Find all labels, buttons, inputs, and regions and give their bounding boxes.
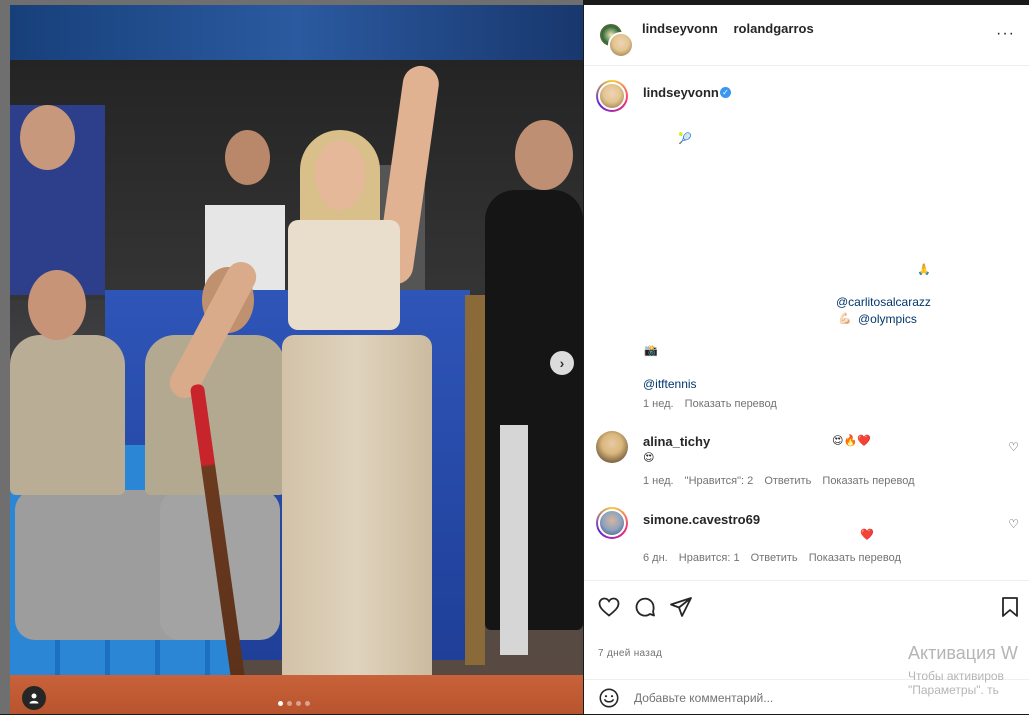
mention-link[interactable]: @olympics (858, 312, 917, 326)
man-clapping-head (515, 120, 573, 190)
translate-link[interactable]: Показать перевод (685, 398, 777, 410)
username-link[interactable]: lindseyvonn (642, 21, 718, 36)
flex-emoji: 💪🏻 (838, 313, 852, 325)
seated-man-head (28, 270, 86, 340)
reply-button[interactable]: Ответить (751, 552, 798, 564)
comment-username[interactable]: alina_tichy (643, 434, 710, 449)
seated-man (10, 335, 125, 495)
post-actions (584, 580, 1029, 631)
person-icon (29, 693, 39, 704)
watermark-subtitle: Чтобы активиров "Параметры". ть (908, 669, 1004, 697)
tagged-people-button[interactable] (22, 686, 46, 710)
post-photo[interactable] (10, 5, 583, 714)
like-comment-heart-icon[interactable]: ♡ (1008, 517, 1019, 531)
tennis-emoji: 🎾 (678, 133, 692, 145)
caption-meta: 1 нед. Показать перевод (643, 398, 777, 410)
woman-top (288, 220, 400, 330)
comment-time: 6 дн. (643, 552, 668, 564)
comment-username[interactable]: simone.cavestro69 (643, 512, 760, 527)
activation-watermark: Активация W Чтобы активиров "Параметры".… (908, 643, 1018, 697)
carousel-dot (305, 701, 310, 706)
carousel-dot (287, 701, 292, 706)
post-details-panel: lindseyvonn rolandgarros ··· lindseyvonn… (584, 5, 1029, 714)
comment-meta: 6 дн. Нравится: 1 Ответить Показать пере… (643, 552, 901, 564)
avatar[interactable] (596, 80, 628, 112)
share-icon[interactable] (669, 595, 693, 619)
caption-username[interactable]: lindseyvonn (643, 85, 719, 100)
more-options-button[interactable]: ··· (996, 25, 1015, 43)
stadium-banner (10, 5, 583, 60)
heart-icon[interactable] (597, 595, 621, 619)
mention-link[interactable]: @carlitosalcarazz (836, 295, 931, 309)
watermark-title: Активация W (908, 643, 1018, 663)
spectator-head (20, 105, 75, 170)
comment-likes[interactable]: Нравится: 1 (679, 552, 740, 564)
comment-emoji: 😍 (643, 452, 655, 464)
reply-button[interactable]: Ответить (764, 475, 811, 487)
board-edge (465, 295, 485, 665)
clay-court (10, 675, 583, 714)
comment-emoji: ❤️ (860, 529, 874, 541)
avatar[interactable] (596, 431, 628, 463)
post-time: 7 дней назад (598, 648, 663, 659)
comment-meta: 1 нед. "Нравится": 2 Ответить Показать п… (643, 475, 915, 487)
comment-emoji: 😍🔥❤️ (832, 435, 871, 447)
like-comment-heart-icon[interactable]: ♡ (1008, 440, 1019, 454)
comment-time: 1 нед. (643, 475, 674, 487)
smile-icon[interactable] (598, 687, 620, 709)
pray-emoji: 🙏 (917, 264, 931, 276)
next-photo-button[interactable]: › (550, 351, 574, 375)
collab-avatars[interactable] (598, 22, 634, 58)
avatar-lindseyvonn (608, 32, 634, 58)
bookmark-icon[interactable] (998, 595, 1022, 619)
avatar[interactable] (596, 507, 628, 539)
chevron-right-icon: › (559, 355, 565, 371)
verified-icon: ✓ (720, 87, 731, 98)
caption-time: 1 нед. (643, 398, 674, 410)
comment-icon[interactable] (633, 595, 657, 619)
post-header: lindseyvonn rolandgarros ··· (584, 5, 1029, 66)
woman-face (315, 140, 365, 210)
username-link[interactable]: rolandgarros (733, 21, 813, 36)
translate-link[interactable]: Показать перевод (809, 552, 901, 564)
post-photo-pane: › (0, 0, 583, 714)
mention-link[interactable]: @itftennis (643, 377, 697, 391)
translate-link[interactable]: Показать перевод (822, 475, 914, 487)
comment-likes[interactable]: "Нравится": 2 (685, 475, 754, 487)
carousel-dot (296, 701, 301, 706)
woman-pants (282, 335, 432, 705)
camera-emoji: 📸 (644, 345, 658, 357)
grey-post (500, 425, 528, 655)
spectator-head (225, 130, 270, 185)
more-icon: ··· (996, 25, 1015, 42)
collab-usernames: lindseyvonn rolandgarros (642, 21, 826, 36)
carousel-dot (278, 701, 283, 706)
carousel-dots (278, 701, 310, 706)
